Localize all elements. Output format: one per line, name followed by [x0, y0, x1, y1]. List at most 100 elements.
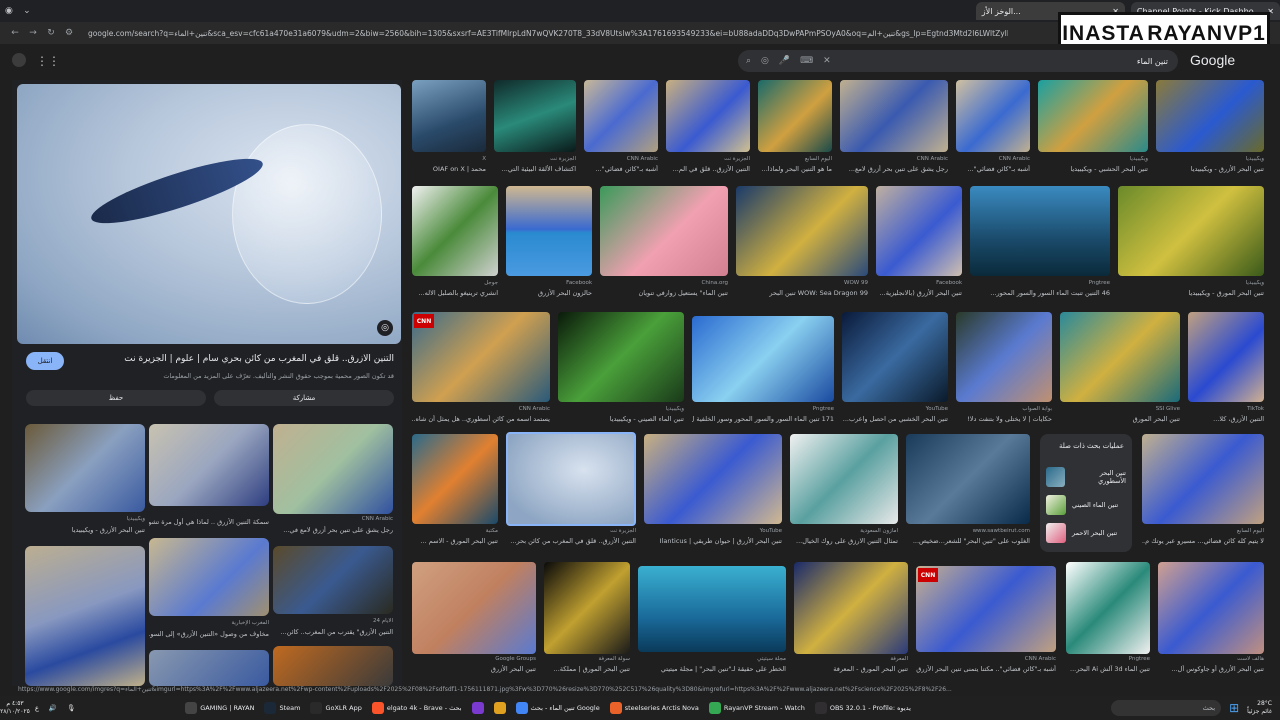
related-image[interactable] — [273, 424, 393, 514]
taskbar-item[interactable]: GoXLR App — [305, 698, 366, 718]
related-image[interactable] — [149, 650, 269, 686]
result-caption[interactable]: التنين الأزرق، كلا... — [1188, 415, 1264, 423]
site-info-icon[interactable]: ⚙ — [60, 24, 78, 42]
taskbar-item[interactable]: تنين الماء - بحث Google — [511, 698, 605, 718]
lens-search-icon[interactable]: ◎ — [377, 320, 393, 336]
result-caption[interactable]: أشبه بـ"كائن فضائي".. مكتنا يتمنى تنين ا… — [916, 665, 1056, 673]
visit-button[interactable]: انتقل — [26, 352, 64, 370]
result-caption[interactable]: تنين البحر الأزرق - ويكيبيديا — [25, 526, 145, 534]
result-caption[interactable]: تنين البحر الأزرق - ويكيبيديا — [1156, 165, 1264, 173]
result-image[interactable] — [558, 312, 684, 402]
result-image[interactable] — [956, 80, 1030, 152]
result-caption[interactable]: تنين البحر المورق — [1060, 415, 1180, 423]
windows-start-icon[interactable]: ⊞ — [1229, 701, 1239, 715]
result-caption[interactable]: تنين البحر الأزرق — [412, 665, 536, 673]
result-image[interactable] — [506, 432, 636, 526]
result-caption[interactable]: تنين البحر الأزرق (بالانجليزية... — [876, 289, 962, 297]
result-caption[interactable]: تنين البحر الحشبي - ويكيبيديا — [1038, 165, 1148, 173]
result-caption[interactable]: حكايات | لا يختلى ولا بتنفت دلا! — [956, 415, 1052, 423]
result-image[interactable] — [1038, 80, 1148, 152]
result-caption[interactable]: تمثال التنين الارزق على روك الخيال... — [790, 537, 898, 545]
taskbar-item[interactable]: elgato 4k - Brave - بحث — [367, 698, 467, 718]
mic-icon[interactable]: 🎙 — [62, 698, 80, 718]
result-caption[interactable]: تنين الماء 3d آلش Ai البحر... — [1066, 665, 1150, 673]
clear-icon[interactable]: ✕ — [823, 56, 831, 66]
taskbar-search[interactable]: بحث — [1111, 700, 1222, 716]
result-image[interactable] — [842, 312, 948, 402]
result-caption[interactable]: 171 تنين الماء السور والسور المحور وسور … — [692, 415, 834, 423]
pinned-app-icon[interactable] — [489, 698, 511, 718]
volume-icon[interactable]: 🔊 — [44, 698, 62, 718]
result-caption[interactable]: تنين الماء" يستعيل زوارفي تنويان — [600, 289, 728, 297]
result-image[interactable] — [970, 186, 1110, 276]
taskbar-clock[interactable]: ٤:٥٣ م ٢٨/١٠/٢٠٢٥ — [0, 700, 30, 716]
result-image[interactable] — [506, 186, 592, 276]
result-image[interactable] — [1066, 562, 1150, 654]
result-caption[interactable]: تنين البحر الأزرق أو جاوكوس أل... — [1158, 665, 1264, 673]
result-image[interactable] — [906, 434, 1030, 524]
result-image[interactable] — [876, 186, 962, 276]
related-image[interactable] — [149, 538, 269, 616]
result-caption[interactable]: أشبه بـ"كائن فضائي"... — [956, 165, 1030, 173]
result-image[interactable] — [1118, 186, 1264, 276]
result-image[interactable] — [1158, 562, 1264, 654]
taskbar-item[interactable]: OBS 32.0.1 - Profile: يديوه — [810, 698, 916, 718]
result-caption[interactable]: الخطر على حقيقة لـ"تنين البحر" | مجلة مي… — [638, 665, 786, 673]
result-caption[interactable]: التنين الأزرق.. قلق في الم... — [666, 165, 750, 173]
result-caption[interactable]: سمكة التنين الأزرق .. لماذا هي أول مرة ت… — [149, 518, 269, 526]
result-caption[interactable]: اكتشاف الألقة البيئية التي... — [494, 165, 576, 173]
result-image[interactable] — [1188, 312, 1264, 402]
result-image[interactable] — [544, 562, 630, 654]
tray-icon[interactable]: ع — [30, 698, 44, 718]
result-caption[interactable]: الغلوب على "تنين البحر" للشعر...ضخيص... — [906, 537, 1030, 545]
result-caption[interactable]: تنين البحر الأزرق | حيوان طريقي | Ilanti… — [644, 537, 782, 545]
result-image[interactable] — [758, 80, 832, 152]
result-image[interactable] — [1142, 434, 1264, 524]
result-caption[interactable]: رجل يشق على تنين بحر أزرق لامع... — [840, 165, 948, 173]
result-image[interactable] — [584, 80, 658, 152]
result-caption[interactable]: لا يتيم كله كائن فضائي... مسيرو عبر يوتك… — [1142, 537, 1264, 545]
result-caption[interactable]: تنين البحر المورق - ويكيبيديا — [1118, 289, 1264, 297]
search-input[interactable]: تنين الماء — [1137, 57, 1168, 66]
related-search-item[interactable]: تنين البحر الاحمر — [1046, 522, 1126, 544]
result-caption[interactable]: 46 التنين تنبت الماء السور والسور المحور… — [970, 289, 1110, 297]
related-image[interactable] — [273, 646, 393, 686]
result-image[interactable] — [790, 434, 898, 524]
result-image[interactable] — [412, 562, 536, 654]
result-caption[interactable]: رجل يشق على تنين بحر أزرق لامع في... — [273, 526, 393, 534]
browser-menu-icon[interactable]: ◉ — [0, 2, 18, 20]
result-caption[interactable]: حالزون البحر الأزرق — [506, 289, 592, 297]
result-image[interactable] — [794, 562, 908, 654]
forward-icon[interactable]: → — [24, 24, 42, 42]
search-box[interactable]: ⌕ ◎ 🎤 ⌨ ✕ تنين الماء — [738, 50, 1178, 72]
preview-title[interactable]: التنين الأزرق.. قلق في المغرب من كائن بح… — [72, 354, 394, 364]
taskbar-item[interactable]: Steam — [259, 698, 305, 718]
result-image[interactable] — [956, 312, 1052, 402]
result-image[interactable] — [600, 186, 728, 276]
result-image[interactable] — [840, 80, 948, 152]
result-image[interactable] — [666, 80, 750, 152]
result-caption[interactable]: 99 WOW: Sea Dragon تنين البحر — [736, 289, 868, 297]
preview-image[interactable]: ◎ — [17, 84, 401, 344]
result-caption[interactable]: محمد | OIAF on X — [412, 165, 486, 173]
related-search-item[interactable]: تنين البحر الأسطوري — [1046, 466, 1126, 488]
result-caption[interactable]: تنين البحر الخشبي من احصل واعرب... — [842, 415, 948, 423]
back-icon[interactable]: ← — [6, 24, 24, 42]
avatar[interactable] — [12, 53, 26, 67]
lens-icon[interactable]: ◎ — [761, 56, 769, 66]
related-search-item[interactable]: تنين الماء الصيني — [1046, 494, 1126, 516]
result-image[interactable] — [1060, 312, 1180, 402]
result-image[interactable] — [412, 434, 498, 524]
mic-icon[interactable]: 🎤 — [779, 56, 790, 66]
result-image[interactable] — [494, 80, 576, 152]
related-image[interactable] — [25, 546, 145, 686]
result-caption[interactable]: يستمد اسمه من كائن أسطوري.. هل يمثل أن ش… — [412, 415, 550, 423]
result-image[interactable] — [644, 434, 782, 524]
pinned-app-icon[interactable] — [467, 698, 489, 718]
url-field[interactable]: google.com/search?q=تنين+الماء&sca_esv=c… — [88, 29, 1008, 38]
result-caption[interactable]: تنين البحر المورق - المعرفة — [794, 665, 908, 673]
reload-icon[interactable]: ↻ — [42, 24, 60, 42]
tab-search-icon[interactable]: ⌄ — [18, 2, 36, 20]
result-image[interactable] — [692, 316, 834, 402]
result-caption[interactable]: تنين البحر المورق - الاسم ... — [412, 537, 498, 545]
